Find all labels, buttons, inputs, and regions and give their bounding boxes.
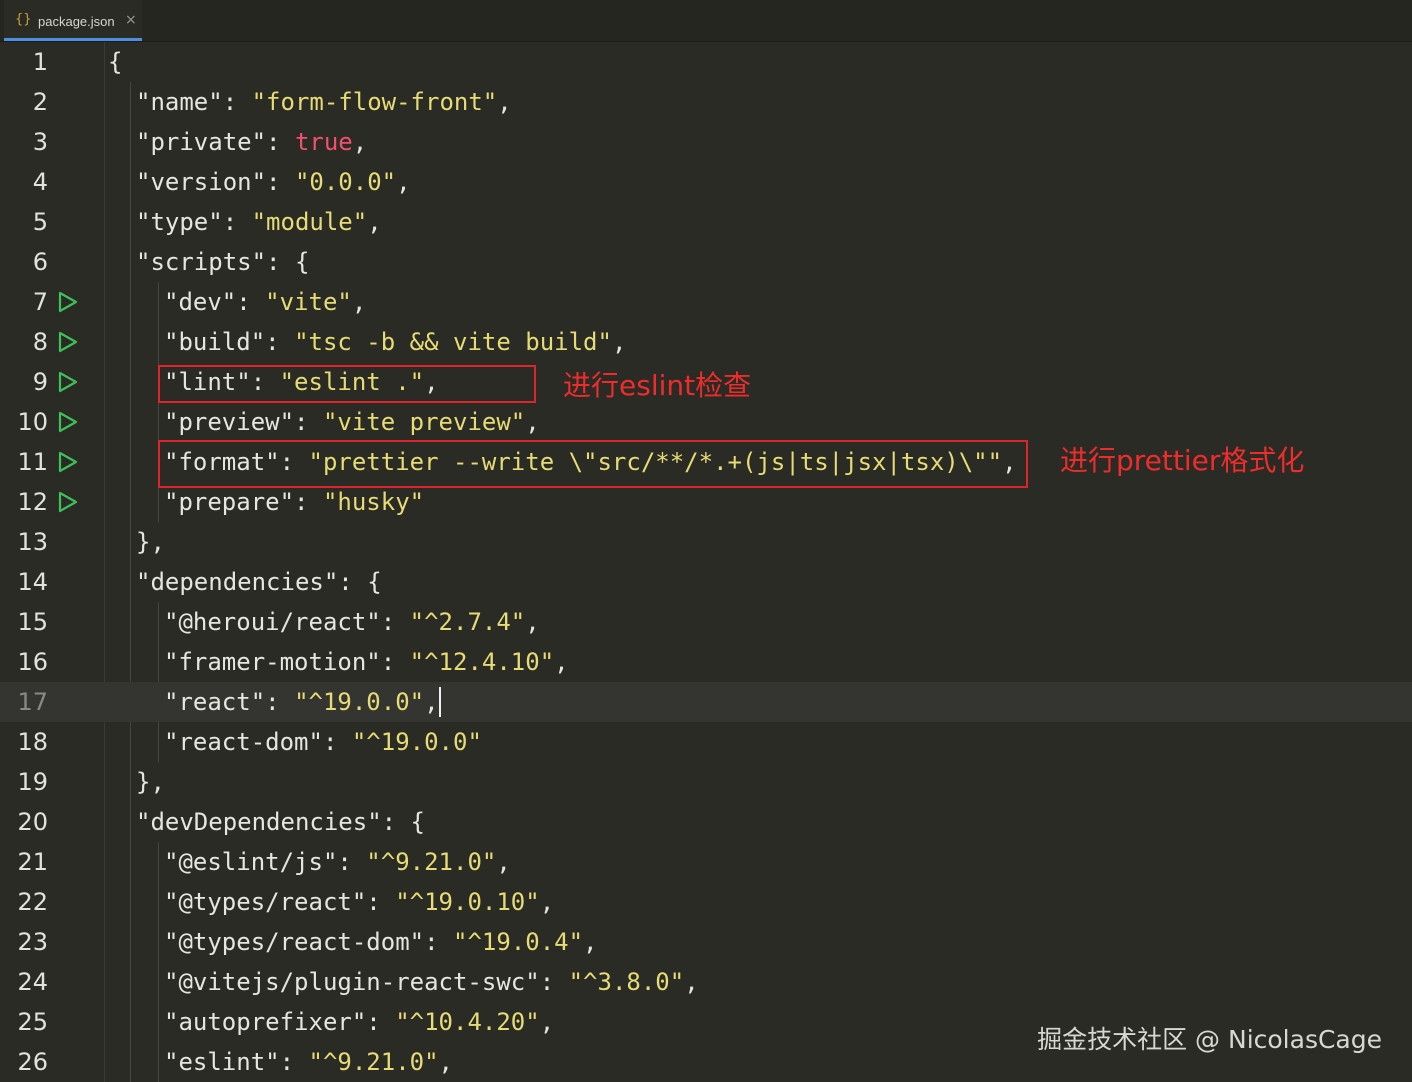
code-text: "dev": "vite", [164, 288, 367, 316]
code-line[interactable]: 16 "framer-motion": "^12.4.10", [0, 642, 1412, 682]
code-text: "react": "^19.0.0", [164, 687, 441, 717]
line-number: 13 [17, 528, 48, 556]
code-line[interactable]: 24 "@vitejs/plugin-react-swc": "^3.8.0", [0, 962, 1412, 1002]
code-line[interactable]: 8 "build": "tsc -b && vite build", [0, 322, 1412, 362]
code-text: "type": "module", [136, 208, 382, 236]
code-line[interactable]: 14 "dependencies": { [0, 562, 1412, 602]
line-number: 4 [32, 168, 48, 196]
code-text: "eslint": "^9.21.0", [164, 1048, 453, 1076]
code-line[interactable]: 13 }, [0, 522, 1412, 562]
code-line[interactable]: 23 "@types/react-dom": "^19.0.4", [0, 922, 1412, 962]
run-script-icon[interactable] [56, 450, 80, 474]
code-text: "@vitejs/plugin-react-swc": "^3.8.0", [164, 968, 699, 996]
line-number: 9 [32, 368, 48, 396]
code-editor[interactable]: 1 { 2 "name": "form-flow-front", 3 "priv… [0, 42, 1412, 1082]
code-line[interactable]: 1 { [0, 42, 1412, 82]
code-line[interactable]: 18 "react-dom": "^19.0.0" [0, 722, 1412, 762]
code-text: "private": true, [136, 128, 368, 156]
close-icon[interactable]: × [125, 12, 137, 28]
code-text: "@heroui/react": "^2.7.4", [164, 608, 540, 636]
run-script-icon[interactable] [56, 490, 80, 514]
format-annotation: 进行prettier格式化 [1060, 444, 1305, 477]
line-number: 19 [17, 768, 48, 796]
code-text: "@types/react": "^19.0.10", [164, 888, 555, 916]
line-number: 6 [32, 248, 48, 276]
code-text: "version": "0.0.0", [136, 168, 411, 196]
editor-tab-bar: {} package.json × [0, 0, 1412, 42]
active-tab-indicator [4, 38, 142, 41]
run-script-icon[interactable] [56, 290, 80, 314]
code-line[interactable]: 19 }, [0, 762, 1412, 802]
code-line-current[interactable]: 17 "react": "^19.0.0", [0, 682, 1412, 722]
tab-label: package.json [38, 14, 115, 29]
code-text: "scripts": { [136, 248, 310, 276]
code-line[interactable]: 15 "@heroui/react": "^2.7.4", [0, 602, 1412, 642]
code-line[interactable]: 21 "@eslint/js": "^9.21.0", [0, 842, 1412, 882]
code-line[interactable]: 2 "name": "form-flow-front", [0, 82, 1412, 122]
lint-highlight-box [158, 365, 536, 403]
code-line[interactable]: 5 "type": "module", [0, 202, 1412, 242]
code-text: "autoprefixer": "^10.4.20", [164, 1008, 555, 1036]
watermark: 掘金技术社区 @ NicolasCage [1037, 1025, 1382, 1054]
line-number: 7 [32, 288, 48, 316]
line-number: 24 [17, 968, 48, 996]
line-number: 21 [17, 848, 48, 876]
code-line[interactable]: 10 "preview": "vite preview", [0, 402, 1412, 442]
code-text: }, [136, 768, 165, 796]
line-number: 10 [17, 408, 48, 436]
line-number: 17 [17, 688, 48, 716]
run-script-icon[interactable] [56, 370, 80, 394]
code-text: { [108, 48, 123, 76]
line-number: 11 [17, 448, 48, 476]
code-text: "devDependencies": { [136, 808, 425, 836]
line-number: 16 [17, 648, 48, 676]
line-number: 26 [17, 1048, 48, 1076]
code-text: "framer-motion": "^12.4.10", [164, 648, 569, 676]
line-number: 8 [32, 328, 48, 356]
code-text: "react-dom": "^19.0.0" [164, 728, 482, 756]
tab-package-json[interactable]: {} package.json × [4, 0, 142, 41]
line-number: 2 [32, 88, 48, 116]
line-number: 15 [17, 608, 48, 636]
line-number: 20 [17, 808, 48, 836]
code-text: "preview": "vite preview", [164, 408, 540, 436]
line-number: 5 [32, 208, 48, 236]
text-caret [438, 687, 441, 717]
code-line[interactable]: 12 "prepare": "husky" [0, 482, 1412, 522]
code-line[interactable]: 3 "private": true, [0, 122, 1412, 162]
code-line[interactable]: 6 "scripts": { [0, 242, 1412, 282]
code-line[interactable]: 7 "dev": "vite", [0, 282, 1412, 322]
run-script-icon[interactable] [56, 330, 80, 354]
line-number: 22 [17, 888, 48, 916]
line-number: 12 [17, 488, 48, 516]
line-number: 25 [17, 1008, 48, 1036]
code-text: "@eslint/js": "^9.21.0", [164, 848, 511, 876]
code-text: "build": "tsc -b && vite build", [164, 328, 627, 356]
code-line[interactable]: 22 "@types/react": "^19.0.10", [0, 882, 1412, 922]
code-line[interactable]: 20 "devDependencies": { [0, 802, 1412, 842]
lint-annotation: 进行eslint检查 [563, 369, 752, 402]
format-highlight-box [158, 440, 1028, 488]
line-number: 18 [17, 728, 48, 756]
line-number: 14 [17, 568, 48, 596]
run-script-icon[interactable] [56, 410, 80, 434]
code-line[interactable]: 4 "version": "0.0.0", [0, 162, 1412, 202]
json-braces-icon: {} [15, 12, 32, 27]
line-number: 3 [32, 128, 48, 156]
code-text: }, [136, 528, 165, 556]
line-number: 23 [17, 928, 48, 956]
code-text: "@types/react-dom": "^19.0.4", [164, 928, 598, 956]
code-text: "dependencies": { [136, 568, 382, 596]
code-text: "name": "form-flow-front", [136, 88, 512, 116]
code-text: "prepare": "husky" [164, 488, 425, 516]
line-number: 1 [32, 48, 48, 76]
